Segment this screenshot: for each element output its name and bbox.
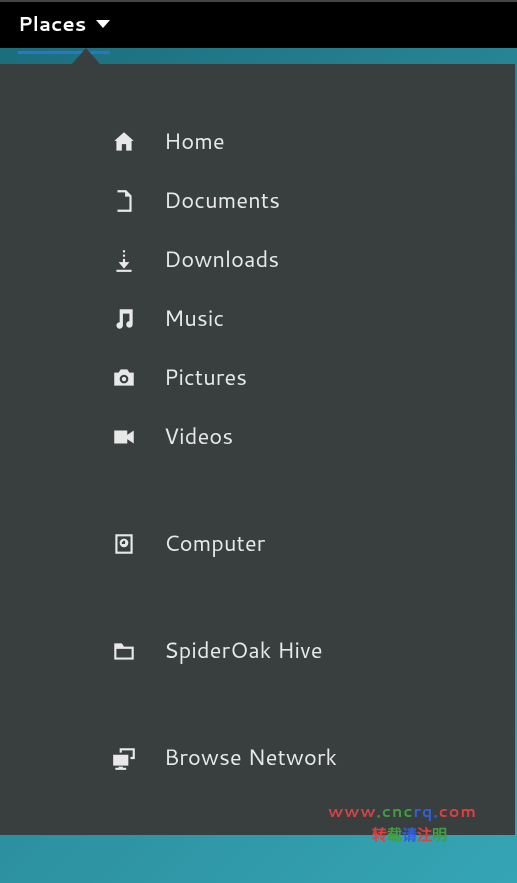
chevron-down-icon xyxy=(96,20,110,28)
folder-icon xyxy=(110,637,138,665)
top-bar: Places xyxy=(0,0,517,48)
home-icon xyxy=(110,128,138,156)
menu-item-label: Computer xyxy=(164,528,265,559)
document-icon xyxy=(110,187,138,215)
menu-arrow xyxy=(72,48,100,64)
computer-icon xyxy=(110,530,138,558)
menu-item-computer[interactable]: Computer xyxy=(0,514,515,573)
menu-item-label: Videos xyxy=(164,421,233,452)
menu-item-music[interactable]: Music xyxy=(0,289,515,348)
watermark-text: 转载请注明 xyxy=(372,824,447,845)
places-menu-button[interactable]: Places xyxy=(18,0,110,48)
menu-divider xyxy=(0,680,515,728)
menu-item-home[interactable]: Home xyxy=(0,112,515,171)
watermark-url: www.cncrq.com xyxy=(328,800,477,823)
menu-item-label: Downloads xyxy=(164,244,279,275)
menu-panel: Home Documents Downloads Music Pictures xyxy=(0,64,515,835)
menu-item-label: SpiderOak Hive xyxy=(164,635,323,666)
menu-item-documents[interactable]: Documents xyxy=(0,171,515,230)
music-icon xyxy=(110,305,138,333)
menu-item-network[interactable]: Browse Network xyxy=(0,728,515,787)
menu-divider xyxy=(0,573,515,621)
camera-icon xyxy=(110,364,138,392)
menu-item-label: Browse Network xyxy=(164,742,337,773)
download-icon xyxy=(110,246,138,274)
menu-item-label: Documents xyxy=(164,185,280,216)
places-menu: Home Documents Downloads Music Pictures xyxy=(0,48,517,835)
places-label: Places xyxy=(18,10,86,38)
network-icon xyxy=(110,744,138,772)
menu-item-label: Home xyxy=(164,126,225,157)
menu-item-videos[interactable]: Videos xyxy=(0,407,515,466)
video-icon xyxy=(110,423,138,451)
menu-item-pictures[interactable]: Pictures xyxy=(0,348,515,407)
menu-item-label: Pictures xyxy=(164,362,247,393)
menu-item-label: Music xyxy=(164,303,224,334)
menu-item-spideroak[interactable]: SpiderOak Hive xyxy=(0,621,515,680)
menu-divider xyxy=(0,466,515,514)
menu-item-downloads[interactable]: Downloads xyxy=(0,230,515,289)
